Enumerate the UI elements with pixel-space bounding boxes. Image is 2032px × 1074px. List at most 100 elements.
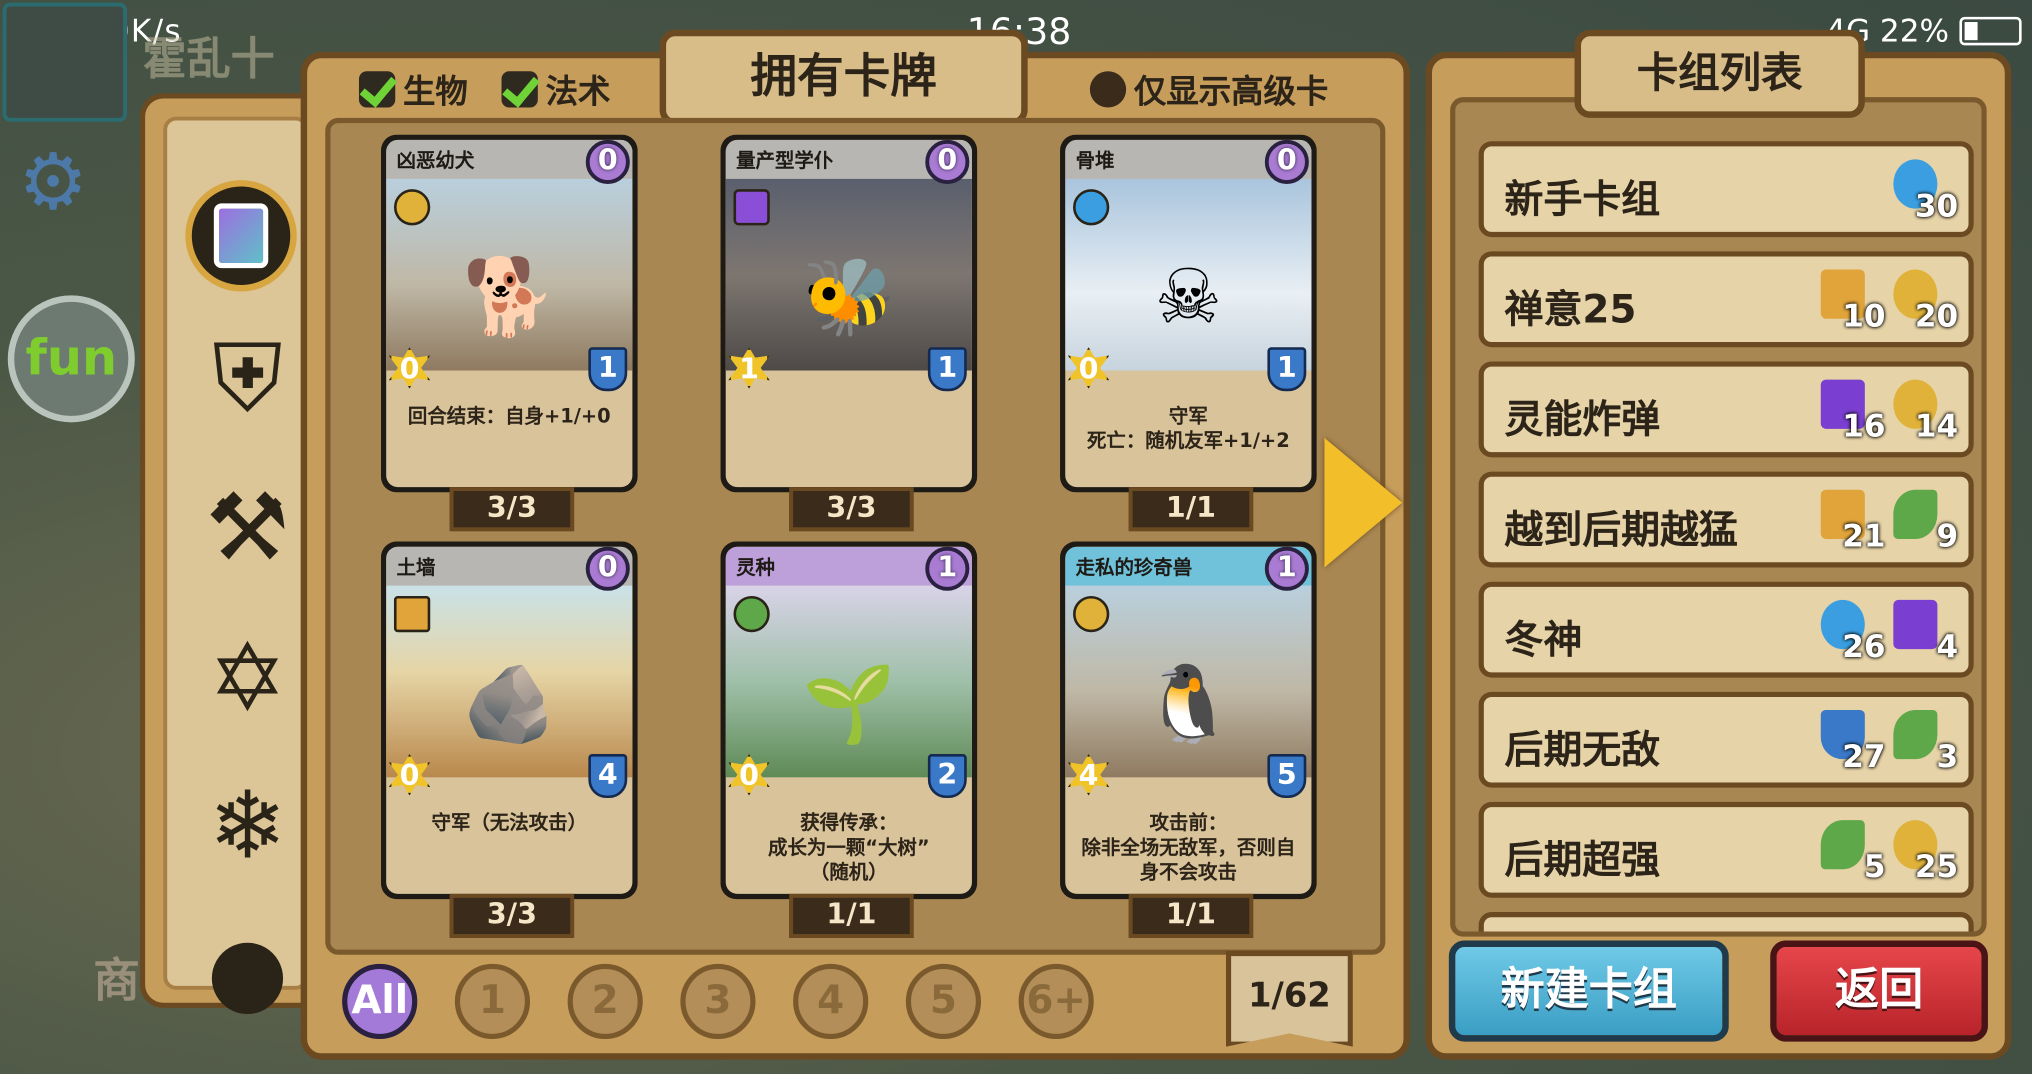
deck-badge: 25 [1891, 817, 1958, 885]
card[interactable]: ☠ 骨堆 0 0 1 守军 死亡：随机友军+1/+2 [1060, 134, 1317, 493]
rock-icon: 🪨 [462, 659, 557, 748]
all-cards-category-icon[interactable] [185, 180, 297, 292]
card-face: 🪨 土墙 0 0 4 守军（无法攻击） [386, 546, 633, 894]
card-cost: 1 [1264, 546, 1309, 591]
cost-filter-5[interactable]: 5 [905, 963, 982, 1040]
deck-name: 冬神 [1504, 617, 1583, 664]
deck-badge-count: 16 [1842, 408, 1886, 445]
deck-list-item[interactable]: 越到后期越猛 21 9 [1478, 471, 1974, 568]
deck-badge-count: 26 [1842, 628, 1886, 665]
deck-list-item[interactable] [1478, 912, 1974, 932]
axe-icon [393, 595, 431, 633]
star-category-icon[interactable]: ✡ [191, 621, 305, 735]
card-count: 3/3 [449, 893, 575, 938]
card-description: 守军（无法攻击） [431, 811, 588, 835]
deck-badge-count: 30 [1914, 187, 1959, 225]
card-cost: 0 [585, 546, 630, 591]
deck-badge: 5 [1818, 817, 1886, 885]
deck-badge-count: 5 [1863, 848, 1886, 885]
premium-only-label: 仅显示高级卡 [1133, 72, 1329, 111]
bones-icon: ☠ [1154, 252, 1223, 341]
card[interactable]: 🐕 凶恶幼犬 0 0 1 回合结束：自身+1/+0 [381, 134, 638, 493]
card-cost: 0 [925, 139, 970, 184]
deck-badge-count: 10 [1842, 297, 1886, 335]
next-page-arrow[interactable] [1324, 437, 1403, 568]
deck-list-item[interactable]: 冬神 26 4 [1478, 581, 1974, 678]
deck-badge-count: 14 [1914, 408, 1959, 445]
deck-badge: 16 [1818, 377, 1886, 445]
new-deck-button[interactable]: 新建卡组 [1448, 940, 1729, 1042]
cost-filter-1[interactable]: 1 [454, 963, 531, 1040]
card-face: 🌱 灵种 1 0 2 获得传承： 成长为一颗“大树” （随机） [725, 546, 972, 894]
card-health: 1 [588, 347, 628, 392]
deck-name: 灵能炸弹 [1504, 397, 1661, 444]
card-description: 守军 死亡：随机友军+1/+2 [1086, 404, 1290, 453]
axe-category-icon[interactable]: ⚒ [191, 470, 305, 584]
snowflake-category-icon[interactable]: ❄ [191, 768, 305, 882]
checkbox-checked-icon [358, 71, 396, 108]
spell-filter-label: 法术 [545, 72, 611, 111]
deck-list-item[interactable]: 后期无敌 27 3 [1478, 691, 1974, 788]
deck-badge: 20 [1891, 267, 1958, 334]
radio-unchecked-icon [1089, 71, 1127, 108]
player-avatar[interactable] [2, 2, 128, 122]
premium-only-toggle[interactable]: 仅显示高级卡 [1089, 66, 1329, 113]
card-count: 1/1 [1128, 487, 1254, 532]
insect-icon: 🐝 [802, 252, 896, 341]
card[interactable]: 🌱 灵种 1 0 2 获得传承： 成长为一颗“大树” （随机） [720, 541, 978, 900]
card[interactable]: 🐝 量产型学仆 0 1 1 [720, 134, 978, 493]
cost-filter-6[interactable]: 6+ [1018, 963, 1094, 1040]
card-health: 1 [927, 347, 967, 392]
deck-badge-count: 3 [1936, 738, 1959, 775]
card-health: 1 [1267, 347, 1307, 392]
deck-list-item[interactable]: 新手卡组 30 [1478, 141, 1974, 238]
deck-badge-count: 20 [1914, 297, 1959, 335]
cost-filter-2[interactable]: 2 [567, 963, 643, 1040]
shadow-category-icon[interactable]: ● [191, 913, 305, 1027]
cost-filter-4[interactable]: 4 [793, 963, 869, 1040]
gear-icon[interactable]: ⚙ [10, 140, 96, 226]
deck-name: 后期无敌 [1504, 728, 1661, 774]
deck-name: 越到后期越猛 [1504, 507, 1738, 554]
spell-filter-toggle[interactable]: 法术 [501, 66, 611, 113]
cost-filter-all[interactable]: All [342, 963, 418, 1040]
card-cost: 0 [1264, 139, 1309, 184]
cost-filter-3[interactable]: 3 [680, 963, 756, 1040]
book-icon [733, 189, 770, 226]
deck-list-item[interactable]: 禅意25 10 20 [1478, 251, 1974, 348]
deck-badge: 27 [1818, 707, 1886, 775]
page-indicator: 1/62 [1225, 950, 1353, 1047]
card-face: 🐝 量产型学仆 0 1 1 [725, 139, 972, 488]
card[interactable]: 🪨 土墙 0 0 4 守军（无法攻击） [381, 541, 638, 900]
deck-name: 新手卡组 [1504, 177, 1661, 223]
card-count: 1/1 [789, 893, 914, 938]
creature-filter-toggle[interactable]: 生物 [358, 66, 468, 113]
card-description: 攻击前： 除非全场无敌军，否则自身不会攻击 [1081, 811, 1296, 884]
deck-name: 后期超强 [1504, 838, 1661, 884]
card[interactable]: 🐧 走私的珍奇兽 1 4 5 攻击前： 除非全场无敌军，否则自身不会攻击 [1060, 541, 1317, 900]
leaf-icon [1893, 709, 1938, 760]
creature-filter-label: 生物 [403, 72, 468, 111]
deck-list: 新手卡组 30 禅意25 10 20 灵能炸弹 16 14 越到后期越猛 21 9 冬神… [1450, 97, 1987, 937]
card-cost: 0 [585, 139, 630, 184]
card-face: 🐕 凶恶幼犬 0 0 1 回合结束：自身+1/+0 [386, 139, 633, 488]
leaf-icon [1820, 820, 1865, 870]
back-button[interactable]: 返回 [1770, 940, 1988, 1042]
checkbox-checked-icon [501, 71, 538, 108]
deck-badges: 27 3 [1818, 707, 1959, 775]
shield-category-icon[interactable]: ⛨ [191, 323, 305, 437]
deck-name: 禅意25 [1504, 287, 1637, 333]
fun-logo-button[interactable]: fun [7, 295, 135, 423]
deck-list-item[interactable]: 灵能炸弹 16 14 [1478, 361, 1974, 458]
snow-icon [1073, 189, 1110, 226]
card-cost: 1 [925, 546, 970, 591]
panel-title: 拥有卡牌 [659, 29, 1028, 126]
deck-list-item[interactable]: 后期超强 5 25 [1478, 801, 1974, 898]
card-face: 🐧 走私的珍奇兽 1 4 5 攻击前： 除非全场无敌军，否则自身不会攻击 [1065, 546, 1312, 894]
battery-icon [1959, 16, 2022, 46]
deck-badge: 21 [1818, 487, 1886, 554]
deck-badges: 30 [1891, 157, 1958, 224]
anchor-icon [1073, 595, 1110, 633]
deck-list-panel: 新手卡组 30 禅意25 10 20 灵能炸弹 16 14 越到后期越猛 21 9 冬神… [1425, 29, 2012, 1060]
card-health: 4 [588, 754, 628, 799]
